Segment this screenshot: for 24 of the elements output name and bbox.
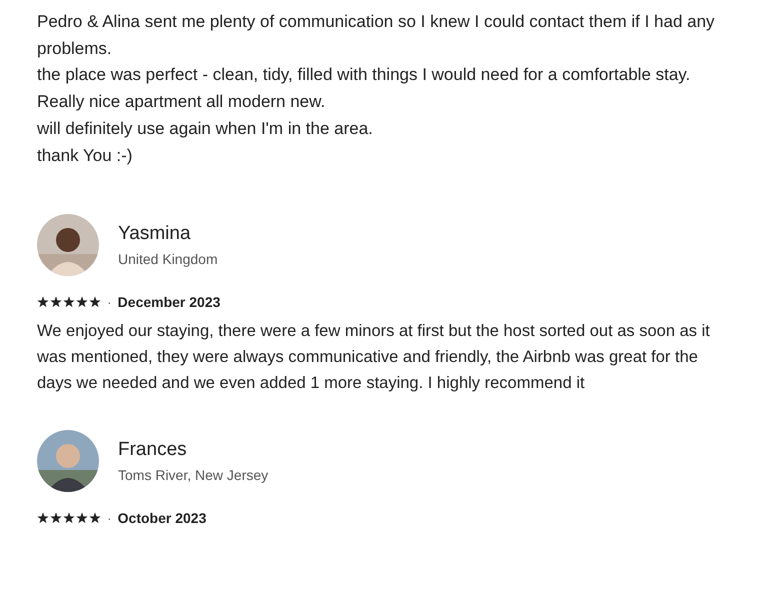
separator-dot: · [107, 294, 112, 310]
star-icon [76, 296, 88, 308]
star-icon [63, 512, 75, 524]
review-text: We enjoyed our staying, there were a few minors at first but the host sorted out as soon as it was mentioned, they were always communicative and friendly, the Airbnb was great for the days we needed and we even added 1 more staying. I highly recommend it [37, 321, 711, 394]
review-text: will definitely use again when I'm in the area. [37, 118, 374, 140]
star-icon [50, 512, 62, 524]
review-text: Really nice apartment all modern new. [37, 91, 326, 114]
star-icon [63, 296, 75, 308]
star-icon [89, 512, 101, 524]
star-icon [89, 296, 101, 308]
star-icon [50, 296, 62, 308]
review-date: October 2023 [118, 510, 206, 526]
reviewer-name: Yasmina [118, 223, 192, 246]
review-text: thank You :-) [37, 144, 134, 167]
reviewer-name: Frances [118, 439, 188, 462]
review-text: the place was perfect - clean, tidy, filled with things I would need for a comfortable stay. [37, 64, 692, 86]
review-date: December 2023 [118, 294, 220, 310]
review-text: Pedro & Alina sent me plenty of communication so I knew I could contact them if I had any problems. [37, 11, 716, 60]
separator-dot: · [107, 510, 112, 526]
reviewer-location: United Kingdom [118, 251, 218, 268]
star-icon [76, 512, 88, 524]
star-icon [37, 512, 49, 524]
star-icon [37, 296, 49, 308]
reviewer-location: Toms River, New Jersey [118, 467, 268, 484]
